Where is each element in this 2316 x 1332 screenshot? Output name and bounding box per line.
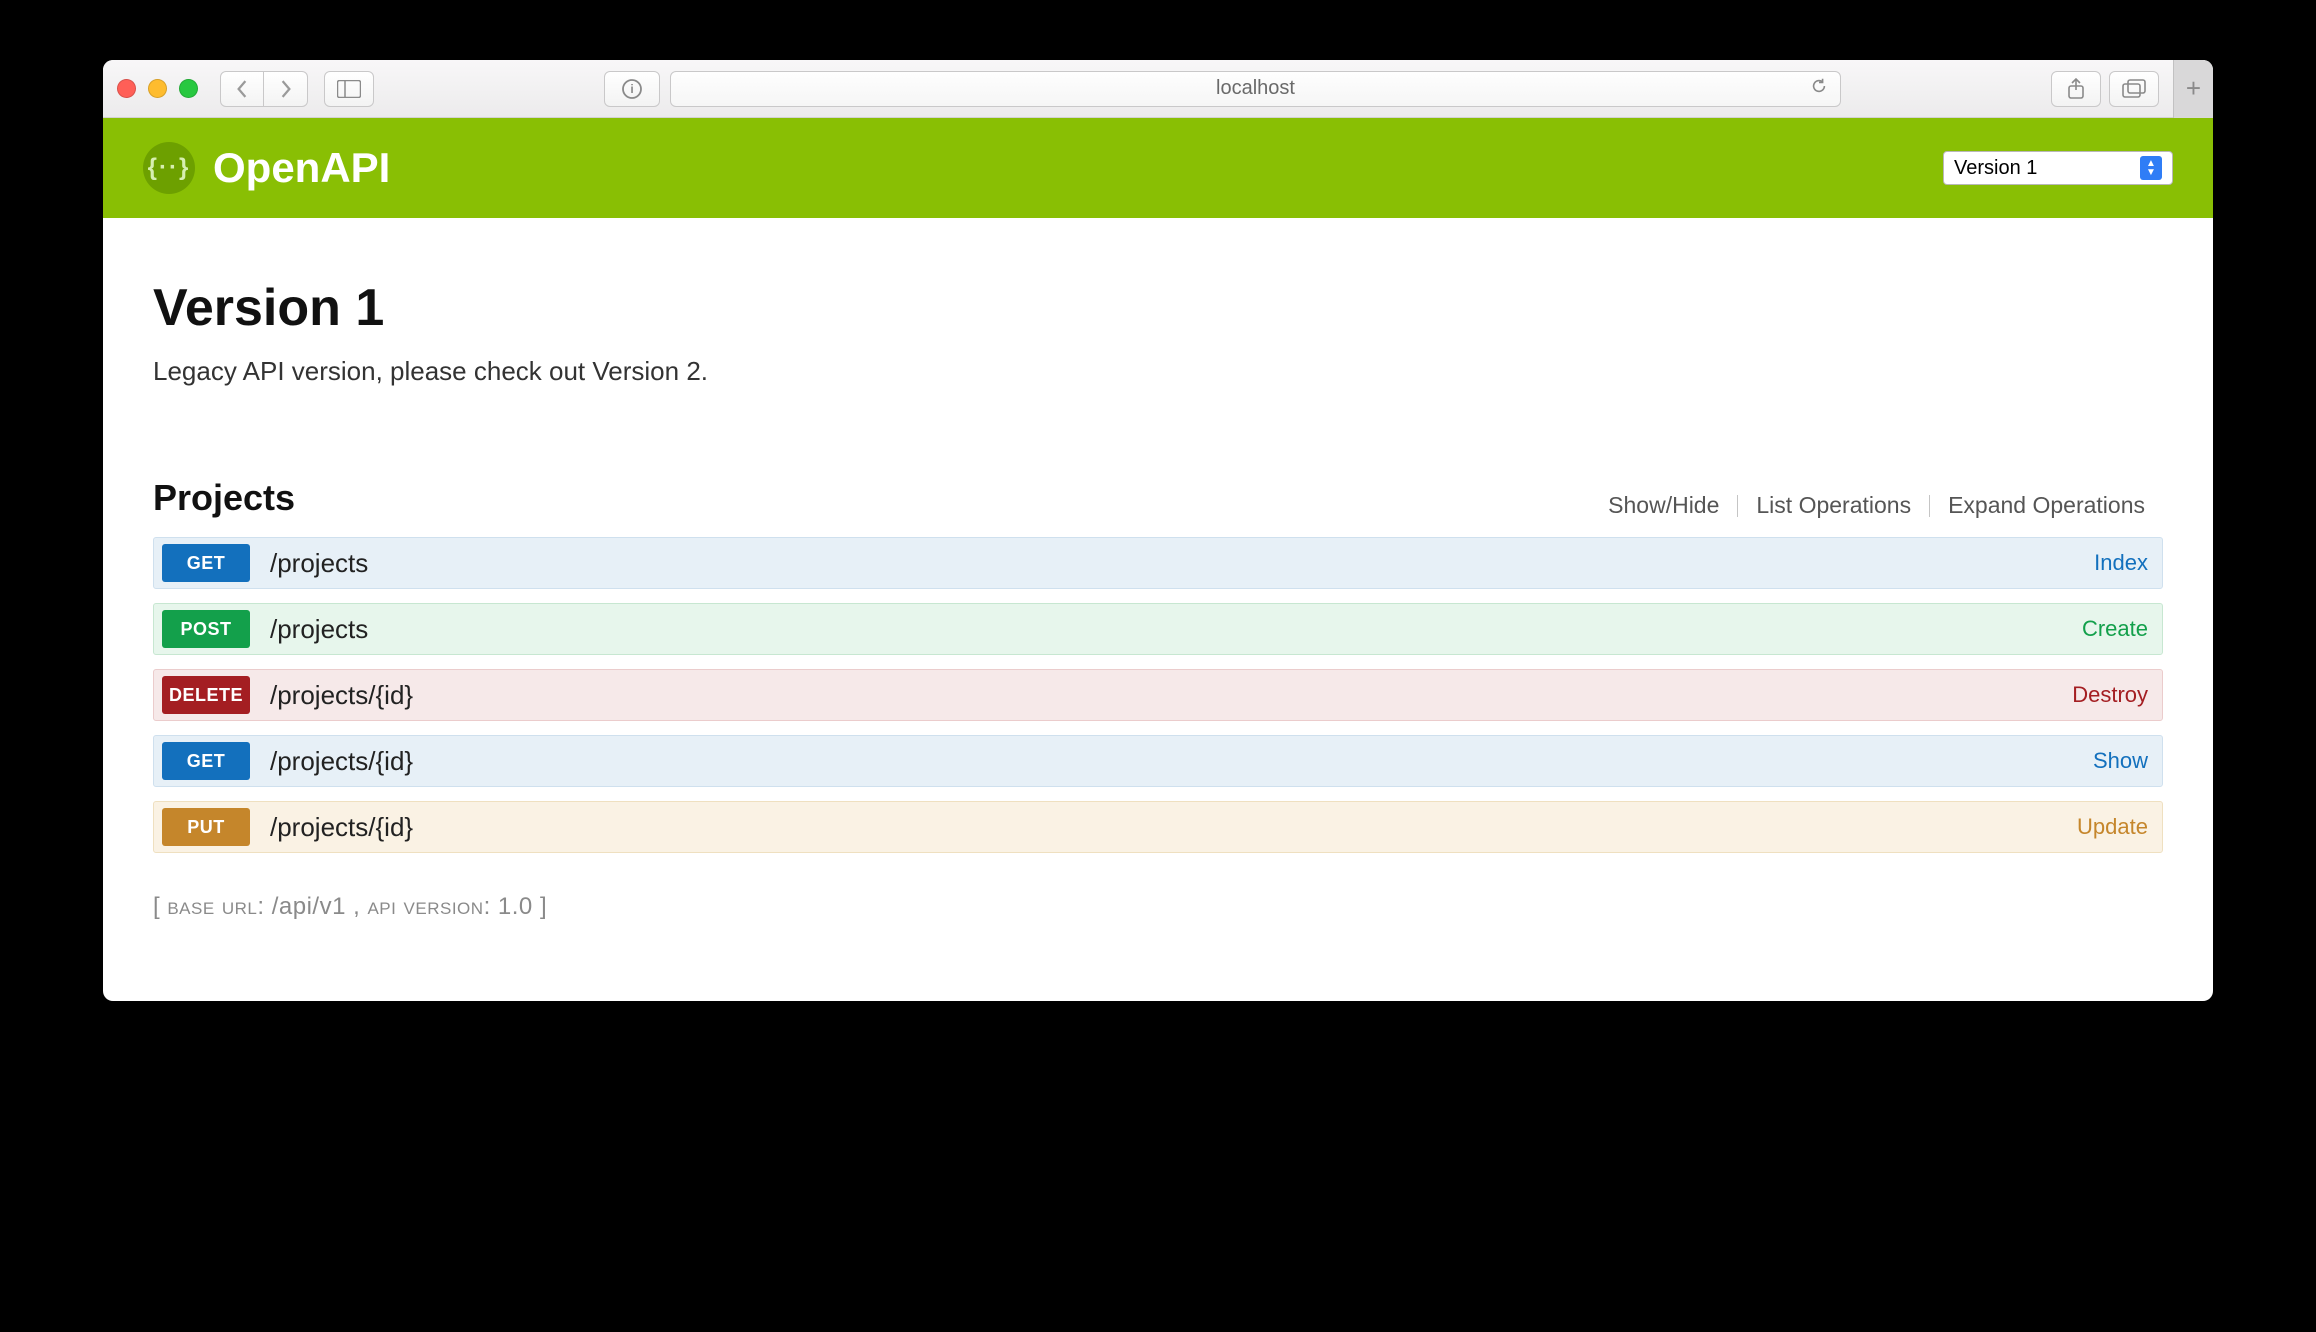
- operation-path: /projects: [270, 614, 2062, 645]
- address-area: i localhost: [604, 71, 1841, 107]
- operation-row[interactable]: DELETE /projects/{id} Destroy: [153, 669, 2163, 721]
- base-url-value: /api/v1: [272, 893, 346, 920]
- browser-window: i localhost + {··} OpenA: [103, 60, 2213, 1001]
- method-badge: PUT: [162, 808, 250, 846]
- api-version-label: api version: [367, 893, 483, 920]
- window-controls: [117, 79, 198, 98]
- brand: {··} OpenAPI: [143, 142, 390, 194]
- page-title: Version 1: [153, 278, 2163, 338]
- reload-button[interactable]: [1810, 77, 1828, 101]
- method-badge: DELETE: [162, 676, 250, 714]
- app-header: {··} OpenAPI Version 1 ▲▼: [103, 118, 2213, 218]
- operation-action: Index: [2094, 550, 2148, 576]
- titlebar-right: [2051, 71, 2159, 107]
- reader-icon: i: [621, 78, 643, 100]
- sidebar-toggle-button[interactable]: [324, 71, 374, 107]
- operation-action: Create: [2082, 616, 2148, 642]
- brand-logo-glyph: {··}: [148, 154, 191, 182]
- expand-operations-link[interactable]: Expand Operations: [1930, 492, 2163, 519]
- api-version-value: 1.0: [498, 893, 533, 920]
- api-footer-info: [ base url: /api/v1 , api version: 1.0 ]: [153, 893, 2163, 921]
- operation-row[interactable]: PUT /projects/{id} Update: [153, 801, 2163, 853]
- operation-path: /projects: [270, 548, 2074, 579]
- method-badge: GET: [162, 544, 250, 582]
- plus-icon: +: [2186, 73, 2201, 104]
- method-badge: POST: [162, 610, 250, 648]
- svg-text:i: i: [630, 82, 633, 96]
- brand-logo-icon: {··}: [143, 142, 195, 194]
- chevron-left-icon: [235, 80, 249, 98]
- forward-button[interactable]: [264, 71, 308, 107]
- method-badge: GET: [162, 742, 250, 780]
- version-select-value: Version 1: [1954, 157, 2037, 180]
- share-icon: [2066, 78, 2086, 100]
- tabs-icon: [2122, 79, 2146, 99]
- back-button[interactable]: [220, 71, 264, 107]
- nav-buttons: [220, 71, 308, 107]
- operation-path: /projects/{id}: [270, 812, 2057, 843]
- section-header: Projects Show/Hide List Operations Expan…: [153, 477, 2163, 519]
- address-bar[interactable]: localhost: [670, 71, 1841, 107]
- new-tab-button[interactable]: +: [2173, 60, 2213, 118]
- chevron-right-icon: [279, 80, 293, 98]
- sidebar-icon: [337, 80, 361, 98]
- operation-path: /projects/{id}: [270, 680, 2052, 711]
- operation-action: Show: [2093, 748, 2148, 774]
- select-chevron-icon: ▲▼: [2140, 156, 2162, 180]
- base-url-label: base url: [167, 893, 257, 920]
- reader-button[interactable]: i: [604, 71, 660, 107]
- zoom-window-button[interactable]: [179, 79, 198, 98]
- brand-title: OpenAPI: [213, 144, 390, 192]
- list-operations-link[interactable]: List Operations: [1738, 492, 1929, 519]
- page-subtitle: Legacy API version, please check out Ver…: [153, 356, 2163, 387]
- operation-path: /projects/{id}: [270, 746, 2073, 777]
- close-window-button[interactable]: [117, 79, 136, 98]
- operation-row[interactable]: GET /projects/{id} Show: [153, 735, 2163, 787]
- operation-row[interactable]: POST /projects Create: [153, 603, 2163, 655]
- show-hide-link[interactable]: Show/Hide: [1590, 492, 1737, 519]
- share-button[interactable]: [2051, 71, 2101, 107]
- section-actions: Show/Hide List Operations Expand Operati…: [1590, 492, 2163, 519]
- version-select[interactable]: Version 1 ▲▼: [1943, 151, 2173, 185]
- minimize-window-button[interactable]: [148, 79, 167, 98]
- operation-row[interactable]: GET /projects Index: [153, 537, 2163, 589]
- operation-action: Update: [2077, 814, 2148, 840]
- page-content: Version 1 Legacy API version, please che…: [103, 218, 2213, 1001]
- section-title: Projects: [153, 477, 295, 519]
- address-text: localhost: [1216, 77, 1295, 100]
- reload-icon: [1810, 77, 1828, 95]
- operations-list: GET /projects Index POST /projects Creat…: [153, 537, 2163, 853]
- operation-action: Destroy: [2072, 682, 2148, 708]
- tabs-button[interactable]: [2109, 71, 2159, 107]
- browser-titlebar: i localhost +: [103, 60, 2213, 118]
